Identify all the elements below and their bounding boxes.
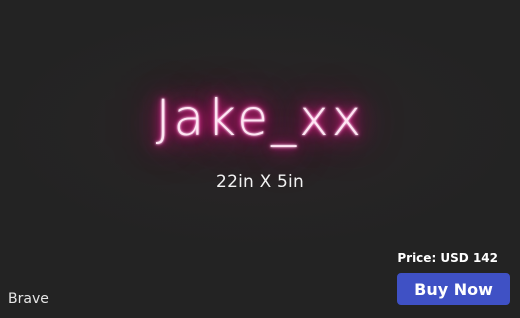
neon-sign-text: Jake_xx (155, 89, 365, 147)
price-label: Price: USD 142 (397, 251, 498, 265)
buy-now-button[interactable]: Buy Now (397, 273, 510, 305)
font-name-label: Brave (8, 291, 49, 307)
neon-preview-canvas: Jake_xx 22in X 5in Brave Price: USD 142 … (0, 0, 520, 318)
sign-dimensions: 22in X 5in (216, 172, 304, 192)
